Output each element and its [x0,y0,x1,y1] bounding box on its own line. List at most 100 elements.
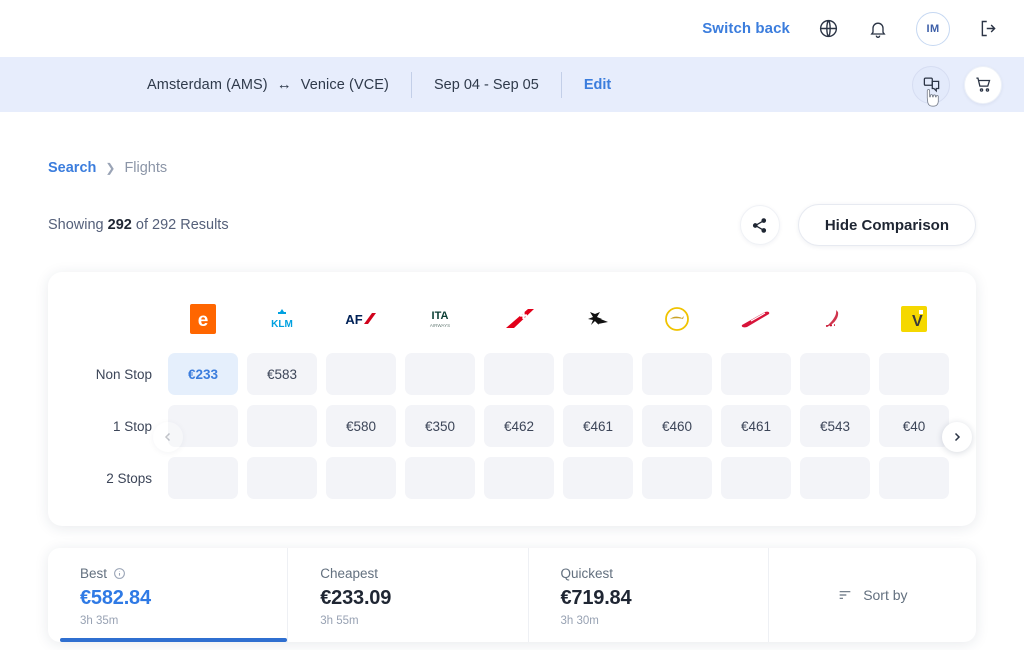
globe-icon[interactable] [816,17,840,41]
tab-label-text: Quickest [560,566,614,581]
airline-logo-klm[interactable]: KLM [247,298,317,340]
breadcrumb-search[interactable]: Search [48,160,96,176]
matrix-empty-cell [484,353,554,395]
matrix-price-cell[interactable]: €40 [879,405,949,447]
sort-by-button[interactable]: Sort by [769,548,976,642]
tab-duration: 3h 35m [80,615,119,627]
search-summary-band: Amsterdam (AMS) ↔ Venice (VCE) Sep 04 - … [0,57,1024,112]
svg-text:ITA: ITA [432,310,449,322]
matrix-price-cell[interactable]: €461 [721,405,791,447]
swap-icon: ↔ [276,76,292,93]
matrix-empty-cell [800,353,870,395]
matrix-price-cell[interactable]: €583 [247,353,317,395]
matrix-empty-cell [800,457,870,499]
matrix-row: Non Stop €233 €583 [48,348,976,400]
matrix-empty-cell [642,353,712,395]
airline-logo-lufthansa[interactable] [642,298,712,340]
matrix-price-cell[interactable]: €580 [326,405,396,447]
matrix-row-label: 1 Stop [112,418,152,434]
matrix-empty-cell [168,457,238,499]
tab-label: Best [80,566,287,581]
matrix-empty-cell [484,457,554,499]
compare-chat-icon[interactable] [912,65,950,104]
airline-logo-swiss[interactable] [484,298,554,340]
matrix-empty-cell [721,457,791,499]
airline-logo-vueling[interactable]: V [879,298,949,340]
airline-logo-ita-airways[interactable]: ITA AIRWAYS [405,298,475,340]
matrix-empty-cell [879,457,949,499]
tab-quickest[interactable]: Quickest €719.84 3h 30m [529,548,769,642]
info-icon[interactable] [113,567,126,580]
tab-price: €719.84 [560,587,632,609]
results-prefix: Showing [48,217,104,233]
svg-text:KLM: KLM [271,319,293,330]
matrix-price-cell[interactable]: €461 [563,405,633,447]
tab-label-text: Best [80,566,108,581]
matrix-price-cell[interactable]: €233 [168,353,238,395]
matrix-empty-cell [405,457,475,499]
svg-text:V: V [912,313,923,330]
airline-logo-iberia[interactable] [800,298,870,340]
results-header-row: Showing 292 of 292 Results Hide Comparis… [48,204,976,246]
hide-comparison-button[interactable]: Hide Comparison [797,204,976,246]
sort-icon [839,591,851,599]
tab-label: Cheapest [320,566,527,581]
matrix-next-button[interactable] [942,422,972,452]
tab-label-text: Cheapest [320,566,379,581]
bell-icon[interactable] [866,17,890,41]
matrix-empty-cell [405,353,475,395]
tab-duration: 3h 30m [560,615,599,627]
share-icon[interactable] [739,205,780,245]
shopping-cart-icon[interactable] [964,65,1002,104]
switch-back-link[interactable]: Switch back [702,20,790,37]
edit-search-button[interactable]: Edit [584,77,611,93]
search-band-actions [912,65,1002,104]
matrix-row-label: 2 Stops [106,470,152,486]
matrix-logo-row: e KLM AF ITA AIRWAYS V [48,290,976,348]
svg-text:e: e [198,310,209,331]
breadcrumb-separator: ❯ [105,161,116,175]
top-utility-bar: Switch back IM [0,0,1024,57]
matrix-prev-button[interactable] [153,422,183,452]
sort-by-inner: Sort by [837,587,908,603]
matrix-empty-cell [721,353,791,395]
matrix-price-cell[interactable]: €543 [800,405,870,447]
results-count: Showing 292 of 292 Results [48,217,229,233]
matrix-empty-cell [326,457,396,499]
divider [560,71,562,98]
divider [411,71,412,98]
matrix-price-rows: Non Stop €233 €583 1 Stop €580 €350 €462 €461 €4… [48,348,976,504]
tab-price: €582.84 [80,587,151,609]
tab-best[interactable]: Best €582.84 3h 35m [48,548,289,642]
svg-text:AF: AF [345,312,362,327]
search-summary-inner: Amsterdam (AMS) ↔ Venice (VCE) Sep 04 - … [147,71,611,98]
results-number: 292 [107,217,132,233]
airline-logo-easyjet[interactable]: e [168,298,238,340]
results-suffix: of 292 Results [135,217,229,233]
matrix-empty-cell [642,457,712,499]
logout-icon[interactable] [976,17,1000,41]
airline-comparison-matrix: e KLM AF ITA AIRWAYS V Non Stop €233 €58… [48,272,976,526]
airline-logo-air-france[interactable]: AF [326,298,396,340]
sort-tabs-bar: Best €582.84 3h 35m Cheapest €233.09 3h 55m Qu… [48,548,976,642]
matrix-empty-cell [563,353,633,395]
results-actions: Hide Comparison [739,204,976,246]
svg-text:AIRWAYS: AIRWAYS [430,323,450,328]
matrix-price-cell[interactable]: €462 [484,405,554,447]
avatar[interactable]: IM [916,11,950,46]
origin-label: Amsterdam (AMS) [147,76,268,93]
tab-duration: 3h 55m [320,615,359,627]
dates-label: Sep 04 - Sep 05 [434,76,539,93]
matrix-row: 1 Stop €580 €350 €462 €461 €460 €461 €543 €40 [48,400,976,452]
destination-label: Venice (VCE) [300,76,389,93]
matrix-price-cell[interactable]: €350 [405,405,475,447]
matrix-empty-cell [247,405,317,447]
airline-logo-austrian-airlines[interactable] [721,298,791,340]
matrix-price-cell[interactable]: €460 [642,405,712,447]
tab-cheapest[interactable]: Cheapest €233.09 3h 55m [288,548,529,642]
main-content: Search ❯ Flights Showing 292 of 292 Resu… [0,112,1024,642]
airline-logo-brussels-airlines[interactable] [563,298,633,340]
matrix-row-label: Non Stop [95,366,152,382]
matrix-empty-cell [326,353,396,395]
tab-label: Quickest [561,566,768,581]
